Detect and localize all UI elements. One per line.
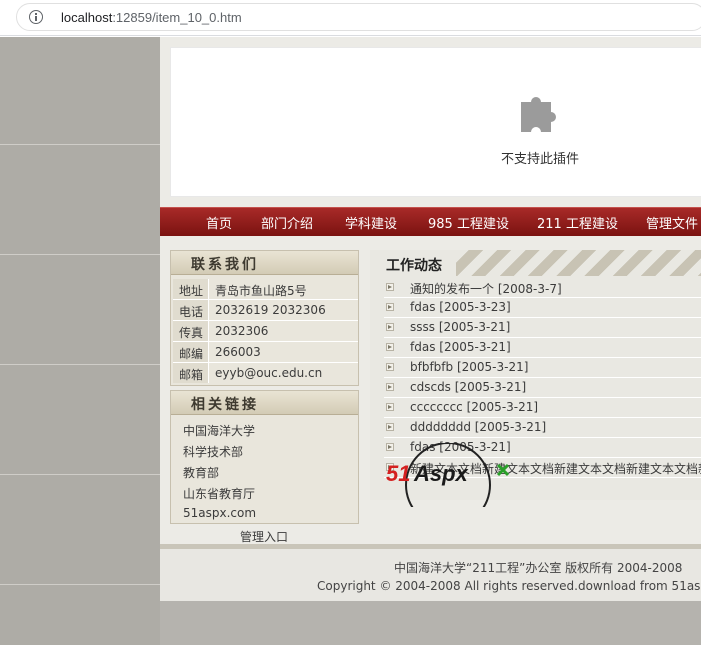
nav-home[interactable]: 首页 bbox=[206, 213, 232, 232]
contact-key: 邮编 bbox=[173, 342, 209, 362]
svg-text:51: 51 bbox=[386, 461, 410, 486]
bullet-icon bbox=[386, 343, 394, 351]
news-item[interactable]: 通知的发布一个 [2008-3-7] bbox=[384, 278, 701, 298]
watermark-logo: 51 Aspx bbox=[386, 443, 510, 507]
news-item[interactable]: dddddddd [2005-3-21] bbox=[384, 418, 701, 438]
contact-row-fax: 传真 2032306 bbox=[173, 321, 358, 342]
address-bar[interactable]: localhost:12859/item_10_0.htm bbox=[16, 3, 701, 31]
bullet-icon bbox=[386, 363, 394, 371]
contact-key: 电话 bbox=[173, 300, 209, 320]
link-ministry-science[interactable]: 科学技术部 bbox=[183, 443, 243, 460]
footer-copyright-cn: 中国海洋大学“211工程”办公室 版权所有 2004-2008 bbox=[394, 561, 683, 575]
puzzle-piece-icon bbox=[521, 97, 556, 132]
news-item[interactable]: bfbfbfb [2005-3-21] bbox=[384, 358, 701, 378]
news-item[interactable]: cdscds [2005-3-21] bbox=[384, 378, 701, 398]
news-item[interactable]: fdas [2005-3-23] bbox=[384, 298, 701, 318]
contact-row-phone: 电话 2032619 2032306 bbox=[173, 300, 358, 321]
link-51aspx[interactable]: 51aspx.com bbox=[183, 506, 256, 520]
contact-value: 266003 bbox=[215, 345, 261, 359]
bullet-icon bbox=[386, 383, 394, 391]
nav-discipline-construction[interactable]: 学科建设 bbox=[345, 213, 397, 232]
contact-key: 传真 bbox=[173, 321, 209, 341]
contact-title: 联系我们 bbox=[171, 251, 358, 275]
contact-row-postcode: 邮编 266003 bbox=[173, 342, 358, 363]
plugin-placeholder[interactable]: 不支持此插件 bbox=[170, 47, 701, 197]
bullet-icon bbox=[386, 323, 394, 331]
news-item[interactable]: cccccccc [2005-3-21] bbox=[384, 398, 701, 418]
news-item[interactable]: ssss [2005-3-21] bbox=[384, 318, 701, 338]
main-content: 不支持此插件 首页 部门介绍 学科建设 985 工程建设 211 工程建设 管理… bbox=[160, 37, 701, 601]
contact-row-address: 地址 青岛市鱼山路5号 bbox=[173, 279, 358, 300]
news-item[interactable]: fdas [2005-3-21] bbox=[384, 338, 701, 358]
contact-value: 青岛市鱼山路5号 bbox=[215, 284, 307, 298]
related-links-title: 相关链接 bbox=[171, 391, 358, 415]
browser-toolbar: localhost:12859/item_10_0.htm bbox=[0, 0, 701, 36]
info-icon[interactable] bbox=[29, 10, 43, 24]
contact-row-email: 邮箱 eyyb@ouc.edu.cn bbox=[173, 363, 358, 383]
bullet-icon bbox=[386, 423, 394, 431]
link-ministry-education[interactable]: 教育部 bbox=[183, 464, 219, 481]
nav-985-project[interactable]: 985 工程建设 bbox=[428, 213, 509, 232]
footer: 中国海洋大学“211工程”办公室 版权所有 2004-2008 Copyrigh… bbox=[160, 549, 701, 601]
link-ocean-university[interactable]: 中国海洋大学 bbox=[183, 422, 255, 439]
contact-value[interactable]: eyyb@ouc.edu.cn bbox=[215, 366, 322, 380]
admin-entry-link[interactable]: 管理入口 bbox=[240, 528, 288, 545]
nav-211-project[interactable]: 211 工程建设 bbox=[537, 213, 618, 232]
bullet-icon bbox=[386, 303, 394, 311]
contact-value: 2032619 2032306 bbox=[215, 303, 326, 317]
link-shandong-education[interactable]: 山东省教育厅 bbox=[183, 485, 255, 502]
page: 不支持此插件 首页 部门介绍 学科建设 985 工程建设 211 工程建设 管理… bbox=[0, 37, 701, 645]
nav-department-intro[interactable]: 部门介绍 bbox=[261, 213, 313, 232]
plugin-unsupported-message: 不支持此插件 bbox=[501, 152, 580, 167]
contact-key: 邮箱 bbox=[173, 363, 209, 383]
contact-value: 2032306 bbox=[215, 324, 269, 338]
url-text[interactable]: localhost:12859/item_10_0.htm bbox=[61, 10, 242, 25]
footer-copyright-en: Copyright © 2004-2008 All rights reserve… bbox=[317, 579, 701, 593]
nav-management-files[interactable]: 管理文件 bbox=[646, 213, 698, 232]
work-news-title: 工作动态 bbox=[370, 250, 456, 276]
bullet-icon bbox=[386, 283, 394, 291]
bullet-icon bbox=[386, 403, 394, 411]
main-navigation: 首页 部门介绍 学科建设 985 工程建设 211 工程建设 管理文件 bbox=[160, 207, 701, 236]
left-background-strip bbox=[0, 37, 160, 645]
svg-text:Aspx: Aspx bbox=[413, 461, 469, 486]
contact-box: 联系我们 地址 青岛市鱼山路5号 电话 2032619 2032306 传真 2… bbox=[170, 250, 359, 386]
contact-key: 地址 bbox=[173, 279, 209, 299]
related-links-box: 相关链接 中国海洋大学 科学技术部 教育部 山东省教育厅 51aspx.com bbox=[170, 390, 359, 524]
work-news-header: 工作动态 bbox=[370, 250, 701, 276]
